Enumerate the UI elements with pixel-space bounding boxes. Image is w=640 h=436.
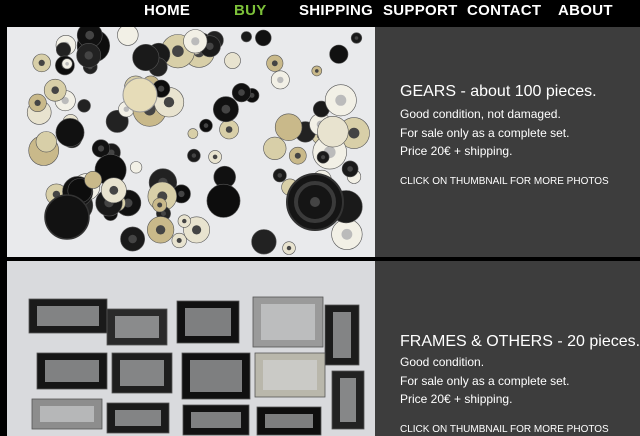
listing-price: Price 20€ + shipping.	[400, 392, 513, 406]
listing-gears: GEARS - about 100 pieces. Good condition…	[0, 27, 640, 257]
gears-info-panel: GEARS - about 100 pieces. Good condition…	[375, 27, 640, 257]
listing-title: FRAMES & OTHERS - 20 pieces.	[400, 333, 640, 350]
more-photos-link[interactable]: CLICK ON THUMBNAIL FOR MORE PHOTOS	[400, 176, 609, 187]
listing-frames: FRAMES & OTHERS - 20 pieces. Good condit…	[0, 261, 640, 436]
listing-price: Price 20€ + shipping.	[400, 144, 513, 158]
gears-thumbnail[interactable]	[7, 27, 375, 257]
more-photos-link[interactable]: CLICK ON THUMBNAIL FOR MORE PHOTOS	[400, 424, 609, 435]
nav-shipping[interactable]: SHIPPING	[299, 2, 373, 20]
nav-support[interactable]: SUPPORT	[383, 2, 458, 20]
frames-thumbnail[interactable]	[7, 261, 375, 436]
listing-condition: Good condition, not damaged.	[400, 107, 561, 121]
nav-contact[interactable]: CONTACT	[467, 2, 541, 20]
nav-home[interactable]: HOME	[144, 2, 190, 20]
listing-title: GEARS - about 100 pieces.	[400, 83, 597, 100]
frames-photo	[28, 296, 365, 436]
frames-info-panel: FRAMES & OTHERS - 20 pieces. Good condit…	[375, 261, 640, 436]
nav-buy[interactable]: BUY	[234, 2, 267, 20]
top-nav: HOME BUY SHIPPING SUPPORT CONTACT ABOUT	[0, 0, 640, 22]
listing-sale-terms: For sale only as a complete set.	[400, 126, 570, 140]
gears-photo	[26, 27, 370, 255]
listing-sale-terms: For sale only as a complete set.	[400, 374, 570, 388]
nav-about[interactable]: ABOUT	[558, 2, 613, 20]
listing-condition: Good condition.	[400, 355, 485, 369]
